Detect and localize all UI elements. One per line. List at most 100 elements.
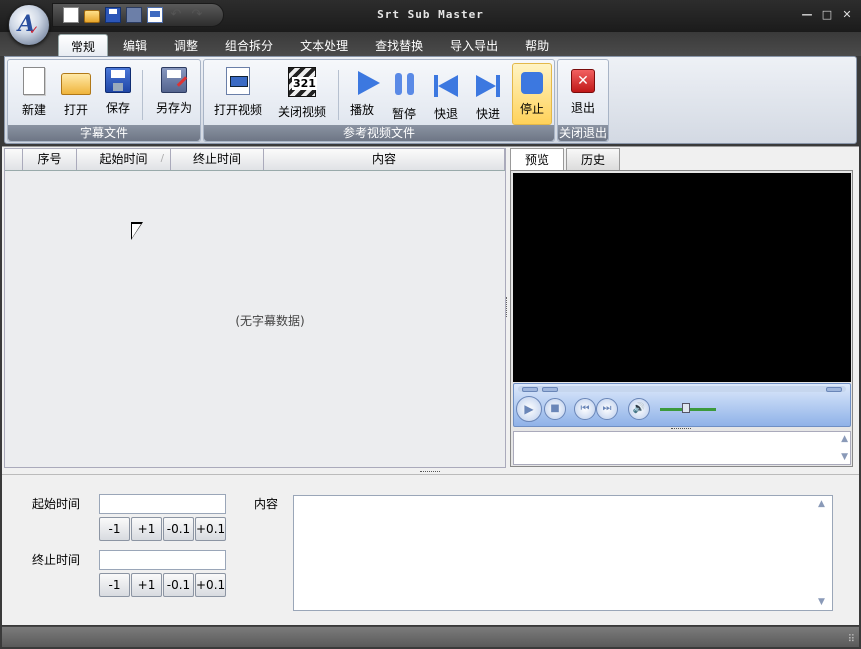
save-as-button[interactable]: 另存为	[150, 63, 198, 125]
start-plus-0.1-button[interactable]: +0.1	[195, 517, 226, 541]
maximize-button[interactable]: □	[819, 8, 835, 22]
seek-handle[interactable]	[522, 387, 538, 392]
ribbon-tab-row: 常规 编辑 调整 组合拆分 文本处理 查找替换 导入导出 帮助	[0, 32, 861, 56]
close-video-icon	[288, 67, 317, 97]
start-time-input[interactable]	[99, 494, 226, 514]
mouse-cursor-icon	[131, 222, 143, 240]
group-label-subtitle-file: 字幕文件	[8, 125, 200, 141]
end-time-input[interactable]	[99, 550, 226, 570]
ribbon: 新建 打开 保存 另存为 字幕文件 打开视频 关闭视频 播放	[4, 56, 857, 144]
start-minus-1-button[interactable]: -1	[99, 517, 130, 541]
application-menu-button[interactable]: A ✓	[8, 4, 50, 46]
tab-edit[interactable]: 编辑	[111, 34, 159, 56]
sort-icon: /	[160, 153, 164, 164]
player-play-icon[interactable]: ▶	[516, 396, 542, 422]
stop-icon	[521, 72, 543, 94]
end-time-label: 终止时间	[32, 553, 81, 567]
tab-preview[interactable]: 预览	[510, 148, 565, 171]
save-as-icon	[161, 67, 187, 93]
stop-label: 停止	[519, 102, 544, 116]
tab-history[interactable]: 历史	[566, 148, 621, 170]
open-folder-icon	[61, 73, 91, 95]
fast-forward-label: 快进	[475, 107, 500, 121]
tab-text-processing[interactable]: 文本处理	[288, 34, 360, 56]
volume-icon[interactable]: 🔊	[628, 398, 650, 420]
video-player: ▶ ■ ⏮ ⏭ 🔊 ▲ ▼	[510, 170, 853, 467]
resize-grip-icon[interactable]: ⠿	[848, 634, 855, 645]
end-minus-0.1-button[interactable]: -0.1	[163, 573, 194, 597]
close-button[interactable]: ✕	[839, 8, 855, 22]
pause-button[interactable]: 暂停	[384, 63, 424, 125]
content-textarea[interactable]	[293, 495, 833, 611]
column-header-content[interactable]: 内容	[264, 149, 505, 170]
open-button[interactable]: 打开	[54, 63, 98, 125]
empty-grid-message: (无字幕数据)	[235, 314, 305, 328]
open-video-icon	[226, 67, 250, 95]
exit-icon: ✕	[571, 69, 595, 93]
fast-forward-button[interactable]: 快进	[468, 63, 508, 125]
save-label: 保存	[105, 101, 130, 115]
rewind-button[interactable]: 快退	[426, 63, 466, 125]
seek-bar[interactable]	[518, 386, 846, 392]
save-button[interactable]: 保存	[96, 63, 140, 125]
pause-icon	[387, 67, 421, 99]
close-video-button[interactable]: 关闭视频	[274, 63, 330, 125]
pause-label: 暂停	[391, 107, 416, 121]
group-reference-video: 打开视频 关闭视频 播放 暂停 快退 快进 停止 参考视频文件	[203, 59, 555, 142]
end-plus-0.1-button[interactable]: +0.1	[195, 573, 226, 597]
stop-button[interactable]: 停止	[512, 63, 552, 125]
app-logo-mark: ✓	[29, 23, 40, 37]
subtitle-grid[interactable]: 序号 起始时间 / 终止时间 内容 (无字幕数据)	[4, 148, 506, 468]
start-minus-0.1-button[interactable]: -0.1	[163, 517, 194, 541]
player-next-icon[interactable]: ⏭	[596, 398, 618, 420]
end-minus-1-button[interactable]: -1	[99, 573, 130, 597]
subtitle-preview-box[interactable]: ▲ ▼	[513, 431, 851, 465]
video-screen[interactable]	[513, 173, 851, 382]
tab-find-replace[interactable]: 查找替换	[363, 34, 435, 56]
title-bar: ↶ ↷ Srt Sub Master — □ ✕	[0, 0, 861, 32]
end-plus-1-button[interactable]: +1	[131, 573, 162, 597]
start-plus-1-button[interactable]: +1	[131, 517, 162, 541]
main-area: 序号 起始时间 / 终止时间 内容 (无字幕数据) 预览 历史 ▶ ■ ⏮ ⏭ …	[2, 146, 859, 625]
seek-handle-2[interactable]	[542, 387, 558, 392]
exit-button[interactable]: ✕ 退出	[562, 63, 604, 125]
open-video-label: 打开视频	[213, 103, 262, 117]
content-label: 内容	[254, 497, 279, 511]
column-header-start-time[interactable]: 起始时间 /	[77, 149, 171, 170]
new-button[interactable]: 新建	[12, 63, 56, 125]
play-icon	[358, 71, 380, 95]
tab-merge-split[interactable]: 组合拆分	[213, 34, 285, 56]
tab-import-export[interactable]: 导入导出	[438, 34, 510, 56]
start-time-label: 起始时间	[32, 497, 81, 511]
column-header-index[interactable]: 序号	[23, 149, 77, 170]
player-controls: ▶ ■ ⏮ ⏭ 🔊	[513, 383, 851, 427]
save-as-label: 另存为	[155, 101, 192, 115]
preview-panel: 预览 历史 ▶ ■ ⏮ ⏭ 🔊 ▲ ▼	[510, 148, 855, 468]
column-header-end-time[interactable]: 终止时间	[171, 149, 264, 170]
grid-header: 序号 起始时间 / 终止时间 内容	[5, 149, 505, 171]
close-video-label: 关闭视频	[277, 105, 326, 119]
column-header-indicator[interactable]	[5, 149, 23, 170]
content-scroll-up-icon[interactable]: ▲	[818, 499, 825, 509]
tab-help[interactable]: 帮助	[513, 34, 561, 56]
scroll-down-icon[interactable]: ▼	[841, 452, 848, 462]
volume-knob[interactable]	[682, 403, 690, 413]
exit-label: 退出	[570, 101, 595, 115]
separator	[338, 70, 339, 120]
rewind-icon	[429, 67, 463, 99]
separator	[142, 70, 143, 120]
play-button[interactable]: 播放	[342, 63, 382, 125]
window-title: Srt Sub Master	[377, 8, 484, 21]
new-label: 新建	[21, 103, 46, 117]
player-stop-icon[interactable]: ■	[544, 398, 566, 420]
tab-general[interactable]: 常规	[58, 34, 109, 56]
new-file-icon	[23, 67, 45, 95]
player-previous-icon[interactable]: ⏮	[574, 398, 596, 420]
tab-adjust[interactable]: 调整	[162, 34, 210, 56]
fullscreen-handle[interactable]	[826, 387, 842, 392]
open-video-button[interactable]: 打开视频	[210, 63, 266, 125]
content-scroll-down-icon[interactable]: ▼	[818, 597, 825, 607]
minimize-button[interactable]: —	[799, 8, 815, 22]
scroll-up-icon[interactable]: ▲	[841, 434, 848, 444]
group-label-close-exit: 关闭退出	[558, 125, 608, 141]
